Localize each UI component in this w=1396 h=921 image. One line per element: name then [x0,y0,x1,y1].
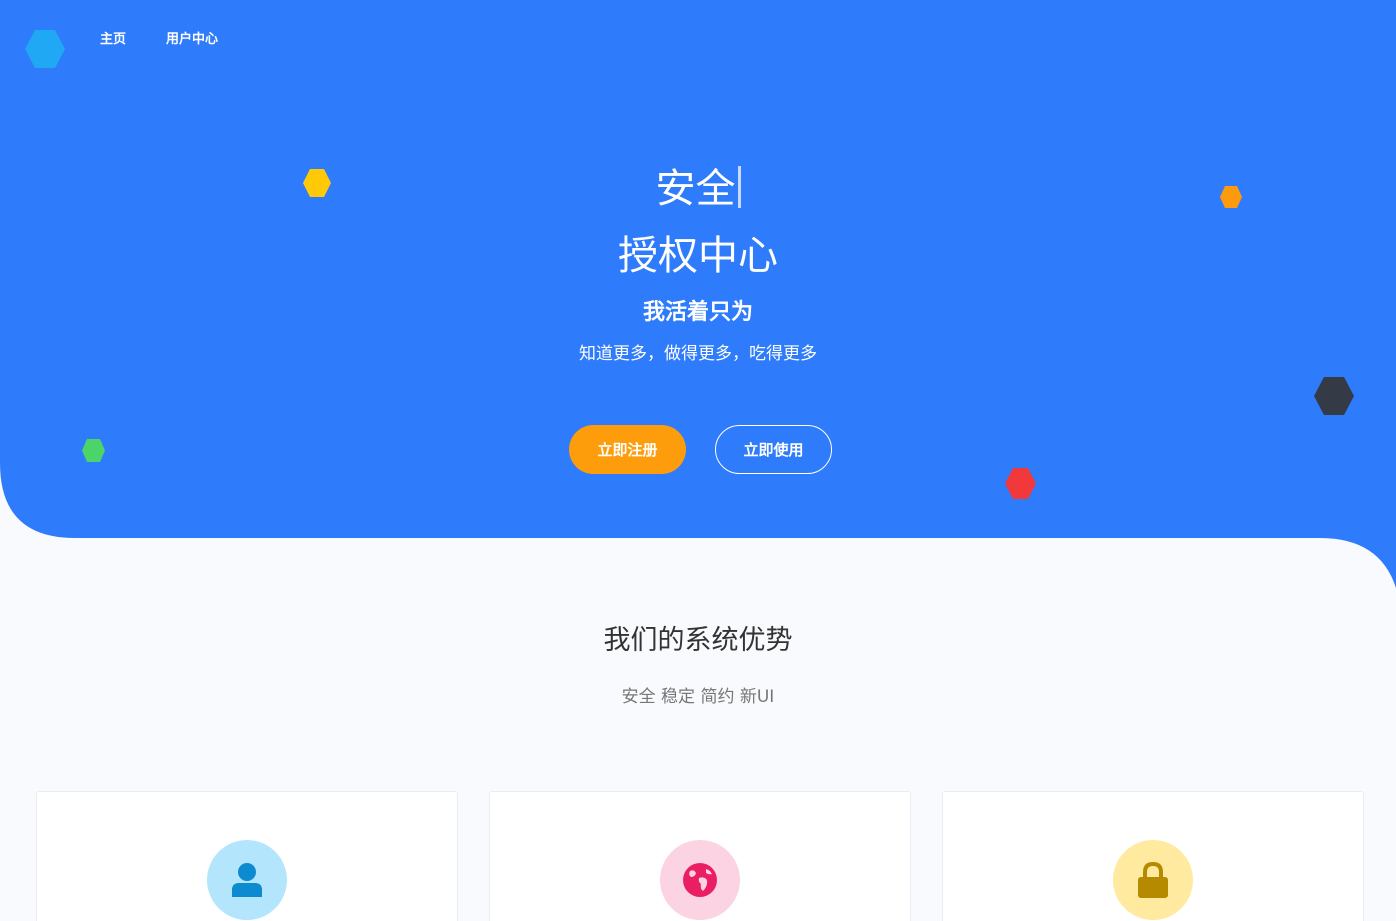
hero-buttons: 立即注册 立即使用 [569,425,832,474]
top-nav: 主页 用户中心 [100,28,218,47]
typed-text-line: 安全 [0,160,1396,218]
typed-text: 安全 [655,166,736,212]
hero-description: 知道更多，做得更多，吃得更多 [579,344,817,364]
red-hexagon-decoration [1005,468,1036,499]
nav-user-center-link[interactable]: 用户中心 [166,28,218,47]
lock-icon [1138,861,1168,898]
feature-card-user [36,791,458,921]
feature-card-lock [942,791,1364,921]
user-icon-circle [207,840,287,920]
logo-icon[interactable] [24,28,66,70]
register-button[interactable]: 立即注册 [569,425,686,474]
lock-icon-circle [1113,840,1193,920]
hero-section: 主页 用户中心 安全 授权中心 我活着只为 知道更多，做得更多，吃得更多 立即注… [0,0,1396,588]
green-hexagon-decoration [82,439,105,462]
hero-title: 授权中心 [618,233,778,279]
hero-subtitle: 我活着只为 [642,300,753,325]
feature-card-globe [489,791,911,921]
use-now-button[interactable]: 立即使用 [715,425,832,474]
features-title: 我们的系统优势 [603,625,793,656]
typing-cursor [737,166,741,208]
user-icon [232,863,262,897]
hero-content: 安全 授权中心 我活着只为 知道更多，做得更多，吃得更多 [0,160,1396,366]
features-subtitle: 安全 稳定 简约 新UI [621,687,775,707]
globe-icon [683,863,717,897]
nav-home-link[interactable]: 主页 [100,28,126,47]
globe-icon-circle [660,840,740,920]
dark-hexagon-decoration [1314,377,1354,415]
